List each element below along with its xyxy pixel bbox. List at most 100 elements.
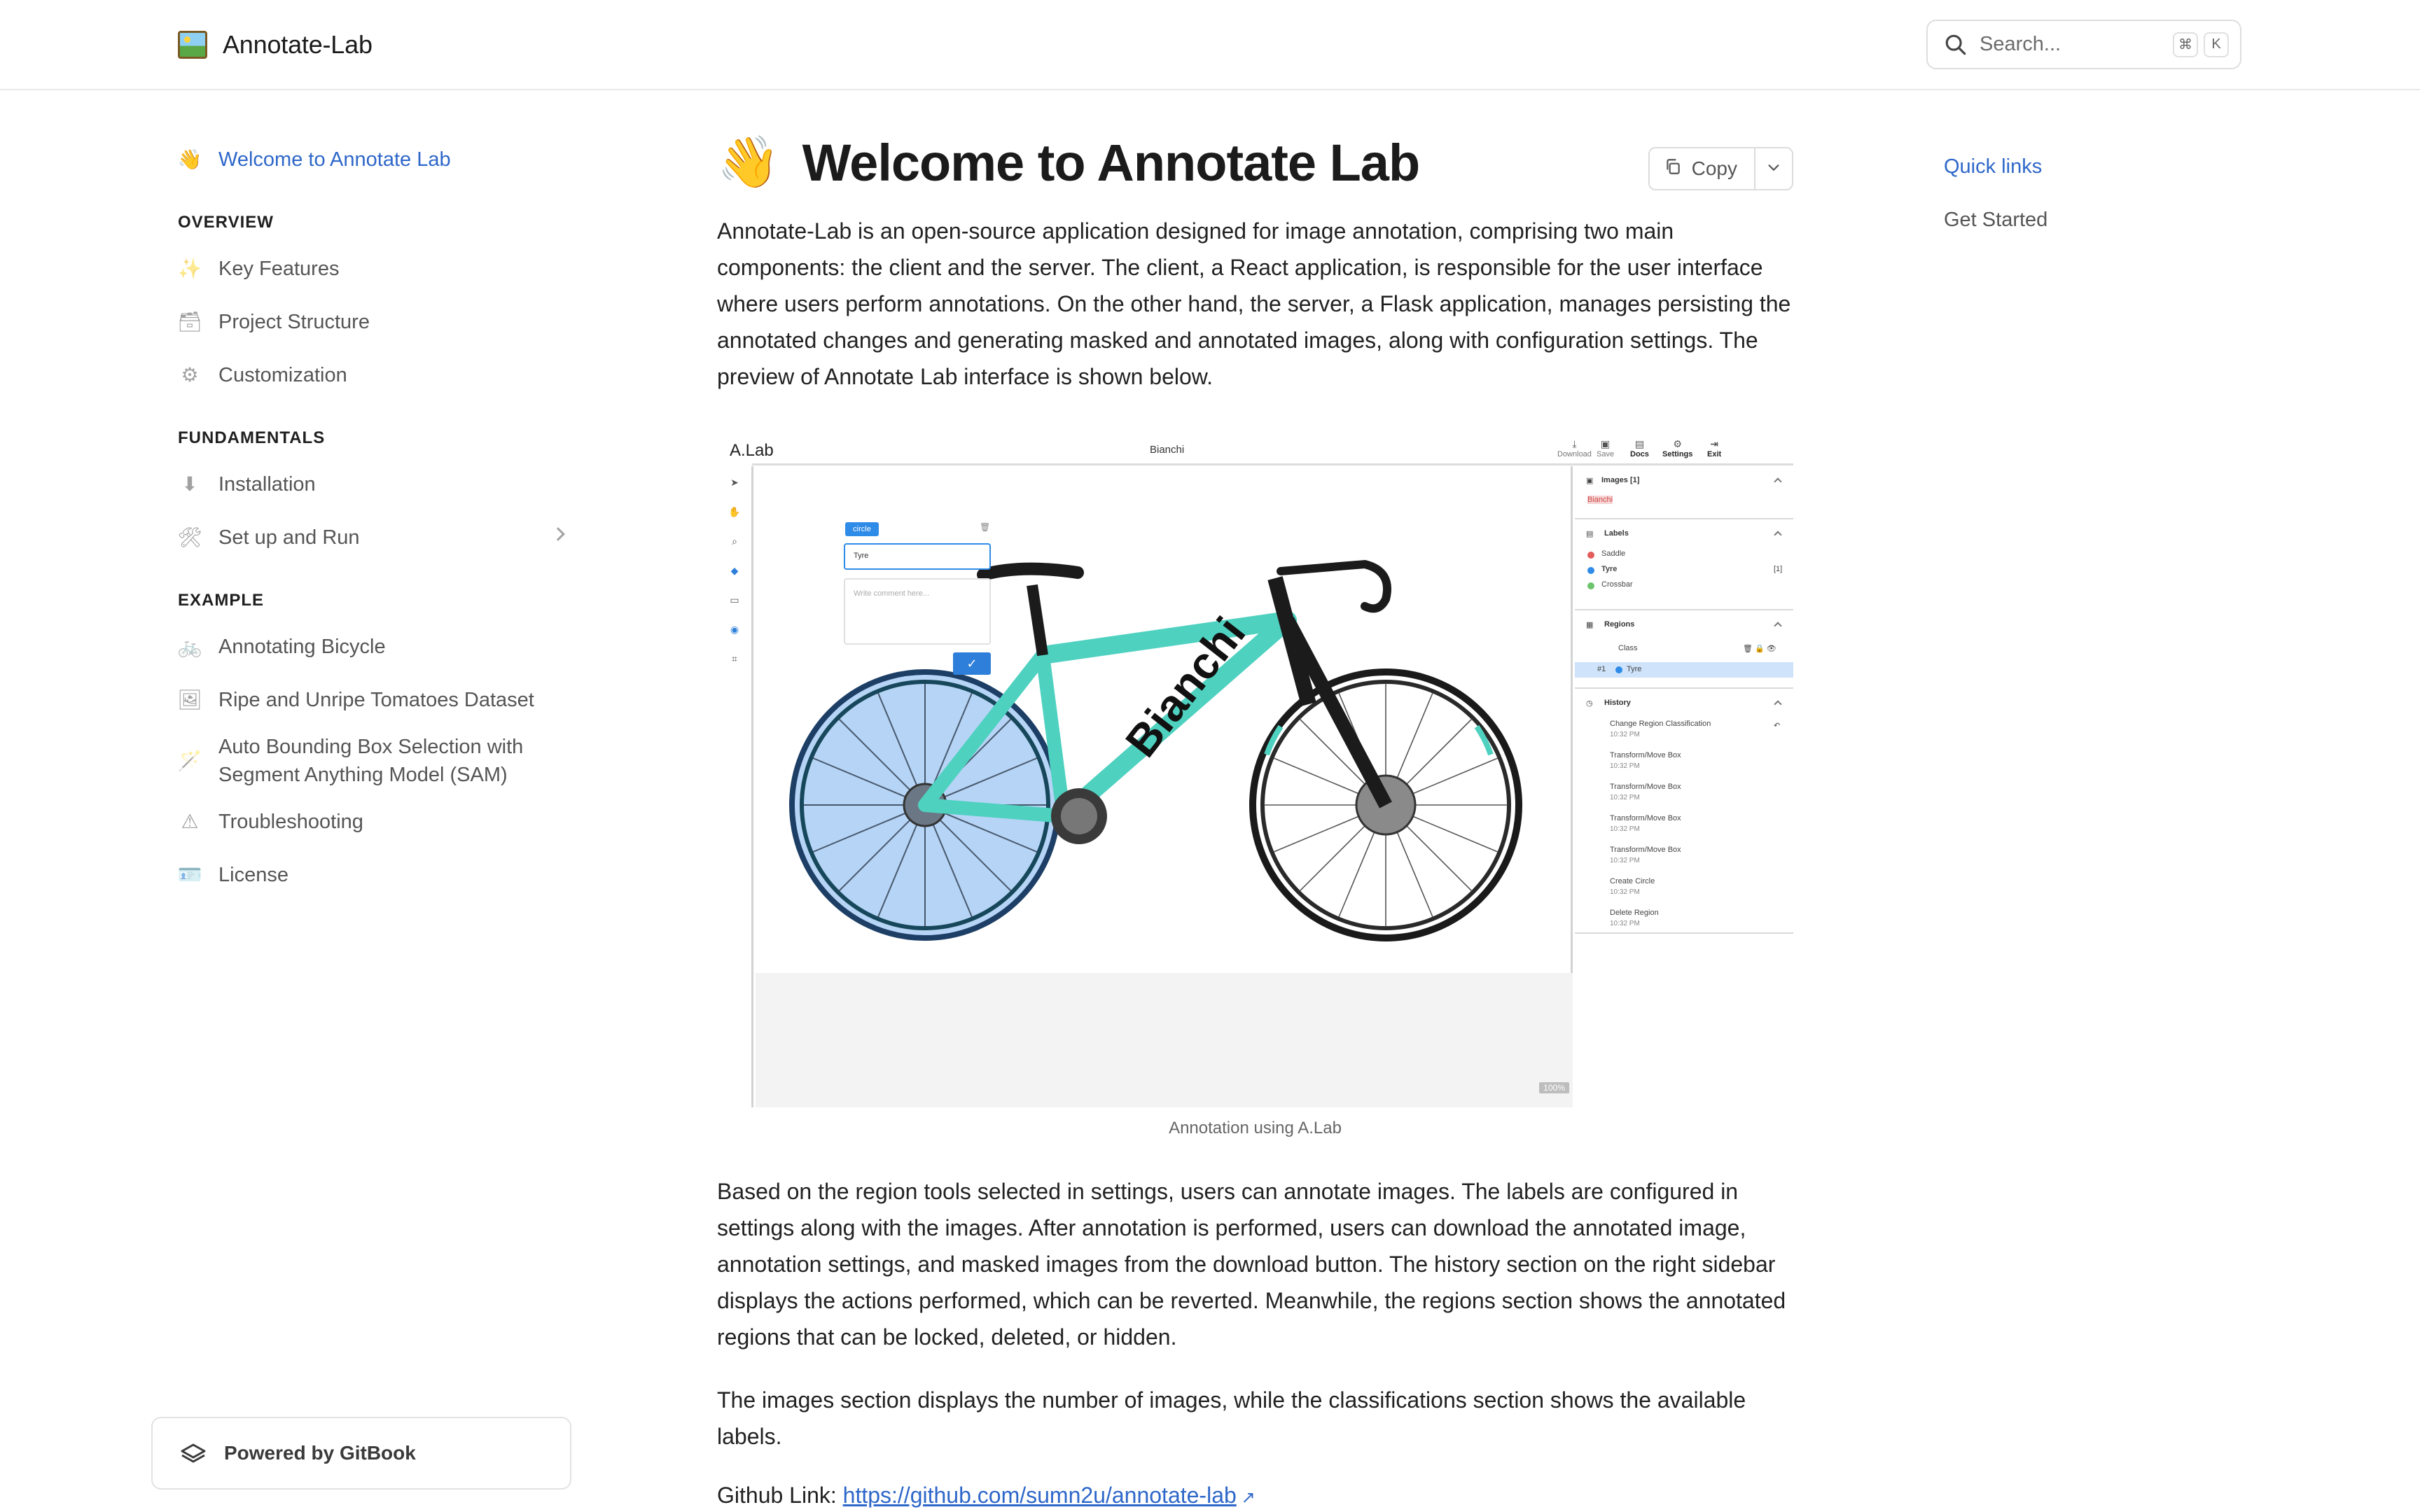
sidebar-item-tomatoes-dataset[interactable]: 🖼 Ripe and Unripe Tomatoes Dataset	[177, 673, 570, 727]
history-time: 10:32 PM	[1610, 857, 1640, 864]
sidebar-item-customization[interactable]: ⚙ Customization	[178, 349, 570, 402]
labels-header: Labels	[1604, 529, 1629, 538]
label-list-icon: ▤	[1586, 530, 1594, 538]
sidebar-item-label: Key Features	[218, 257, 340, 280]
collapse-icon	[1774, 622, 1782, 630]
brand[interactable]: Annotate-Lab	[178, 28, 373, 62]
copy-label: Copy	[1691, 158, 1737, 179]
external-link-icon: ↗	[1236, 1488, 1256, 1507]
k-key: K	[2204, 31, 2229, 57]
history-time: 10:32 PM	[1610, 794, 1640, 802]
section-example: EXAMPLE	[178, 591, 265, 610]
gear-icon: ⚙	[181, 364, 199, 386]
github-link[interactable]: https://github.com/sumn2u/annotate-lab	[843, 1483, 1237, 1508]
sidebar-item-label: Project Structure	[218, 310, 370, 333]
quick-links-link[interactable]: Quick links	[1944, 140, 2224, 193]
sidebar-item-project-structure[interactable]: 🗃 Project Structure	[177, 295, 570, 349]
label-name: Saddle	[1601, 550, 1626, 558]
top-bar: Annotate-Lab Search... ⌘ K	[0, 0, 2420, 90]
exit-icon: ⇥	[1710, 438, 1718, 449]
sidebar-nav: 👋 Welcome to Annotate Lab OVERVIEW ✨ Key…	[177, 133, 570, 902]
comment-field: Write comment here...	[844, 578, 991, 645]
history-action: Transform/Move Box	[1610, 814, 1681, 822]
sidebar-item-setup-and-run[interactable]: 🛠 Set up and Run	[177, 511, 570, 564]
preview-right-panel: ▣ Images [1] Bianchi ▤ Labels Saddle Tyr…	[1575, 466, 1793, 1107]
copy-dropdown-button[interactable]	[1755, 148, 1792, 189]
preview-download-button: ⤓ Download	[1557, 438, 1592, 458]
section-overview: OVERVIEW	[178, 213, 274, 232]
search-placeholder: Search...	[1980, 33, 2061, 55]
magic-wand-icon: 🪄	[177, 750, 202, 771]
sparkles-icon: ✨	[177, 258, 202, 279]
search-box[interactable]: Search... ⌘ K	[1926, 20, 2241, 69]
sidebar-item-label: License	[218, 863, 288, 886]
github-prefix: Github Link:	[717, 1483, 843, 1508]
preview-figure: A.Lab Bianchi ⤓ Download ▣ Save ▤ Docs ⚙ Set…	[717, 435, 1793, 1107]
preview-header-divider	[752, 463, 1793, 465]
brand-name: Annotate-Lab	[223, 30, 373, 59]
history-action: Create Circle	[1610, 877, 1655, 886]
sidebar-item-installation[interactable]: ⬇ Installation	[178, 458, 570, 511]
main-content: 👋 Welcome to Annotate Lab Copy Annotate-…	[717, 126, 1793, 1508]
page-title: Welcome to Annotate Lab	[802, 133, 1421, 192]
box-tool-icon: ▭	[730, 594, 739, 606]
collapse-icon	[1774, 477, 1782, 486]
preview-canvas: Bianchi 100% circle 🗑 Tyre Write comment…	[756, 466, 1573, 1107]
region-actions-icons: 🗑 🔒 👁	[1743, 645, 1776, 653]
copy-icon	[1664, 158, 1682, 181]
waving-hand-icon: 👋	[717, 134, 780, 190]
images-section: ▣ Images [1] Bianchi	[1575, 466, 1793, 519]
sidebar-item-label: Customization	[218, 363, 347, 386]
preview-save-button: ▣ Save	[1597, 438, 1615, 458]
label-name: Tyre	[1601, 565, 1618, 573]
framed-picture-icon: 🖼	[177, 689, 202, 710]
sidebar-item-annotating-bicycle[interactable]: 🚲 Annotating Bicycle	[178, 620, 570, 673]
powered-by-label: Powered by GitBook	[224, 1442, 416, 1464]
polygon-tool-icon: ⌗	[732, 653, 737, 664]
section-fundamentals: FUNDAMENTALS	[178, 428, 326, 447]
sidebar-item-label: Installation	[218, 472, 316, 496]
preview-tool-column: ➤ ✋ ⌕ ◆ ▭ ◉ ⌗	[717, 466, 753, 1107]
sidebar-item-key-features[interactable]: ✨ Key Features	[178, 242, 570, 295]
sidebar-item-sam[interactable]: 🪄 Auto Bounding Box Selection with Segme…	[178, 727, 570, 795]
sidebar-item-troubleshooting[interactable]: ⚠ Troubleshooting	[178, 795, 570, 848]
regions-section: ▦ Regions Class 🗑 🔒 👁 #1 Tyre	[1575, 610, 1793, 689]
labels-section: ▤ Labels Saddle Tyre [1] Crossbar	[1575, 519, 1793, 610]
sidebar-item-label: Troubleshooting	[218, 810, 363, 833]
download-icon: ⤓	[1572, 438, 1577, 449]
features-paragraph: Based on the region tools selected in se…	[717, 1179, 1786, 1350]
save-icon: ▣	[1600, 438, 1611, 449]
preview-app-title: A.Lab	[730, 441, 774, 460]
powered-by-gitbook[interactable]: Powered by GitBook	[151, 1417, 571, 1490]
history-time: 10:32 PM	[1610, 731, 1640, 738]
regions-header: Regions	[1604, 620, 1635, 629]
region-row-selected	[1575, 662, 1793, 678]
history-time: 10:32 PM	[1610, 888, 1640, 896]
get-started-link[interactable]: Get Started	[1944, 193, 2224, 246]
label-color-dot	[1587, 567, 1594, 574]
sidebar-item-license[interactable]: 🪪 License	[178, 848, 570, 902]
id-card-icon: 🪪	[177, 864, 202, 886]
image-icon: ▣	[1586, 477, 1594, 485]
figure-caption: Annotation using A.Lab	[1169, 1119, 1342, 1138]
waving-hand-icon: 👋	[177, 148, 202, 170]
docs-icon: ▤	[1634, 438, 1645, 449]
copy-button[interactable]: Copy	[1650, 148, 1755, 189]
region-id: #1	[1597, 665, 1606, 673]
on-this-page: Quick links Get Started	[1944, 140, 2224, 246]
confirm-icon: ✓	[953, 652, 991, 675]
hammer-wrench-icon: 🛠	[177, 526, 202, 548]
intro-paragraph: Annotate-Lab is an open-source applicati…	[717, 218, 1791, 389]
sidebar-item-welcome[interactable]: 👋 Welcome to Annotate Lab	[178, 133, 570, 186]
preview-exit-button: ⇥ Exit	[1707, 438, 1722, 458]
chevron-right-icon[interactable]	[551, 527, 565, 541]
history-section: ◷ History Change Region Classification 10…	[1575, 689, 1793, 934]
history-action: Transform/Move Box	[1610, 846, 1681, 854]
canvas-empty-area	[756, 973, 1573, 1107]
region-label-popup: circle 🗑 Tyre Write comment here... ✓	[844, 522, 991, 675]
regions-icon: ▦	[1586, 621, 1594, 629]
history-time: 10:32 PM	[1610, 920, 1640, 927]
history-action: Transform/Move Box	[1610, 783, 1681, 791]
image-item: Bianchi	[1587, 496, 1613, 504]
sections-paragraph: The images section displays the number o…	[717, 1387, 1746, 1449]
